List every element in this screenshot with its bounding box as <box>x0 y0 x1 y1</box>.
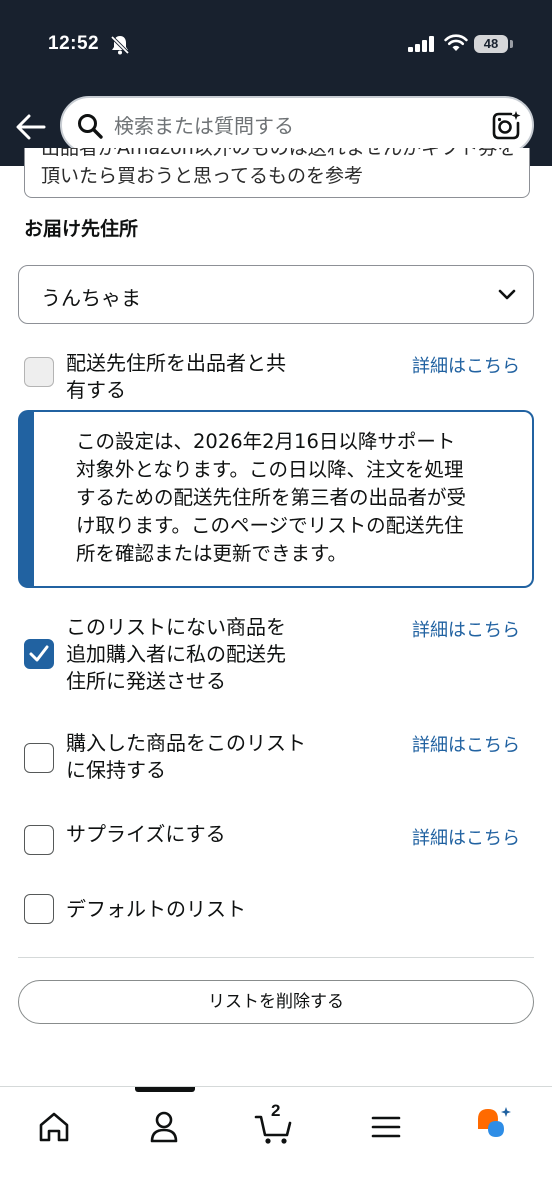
wifi-icon <box>444 34 468 51</box>
share-address-checkbox[interactable] <box>24 357 54 387</box>
active-tab-indicator <box>135 1087 195 1092</box>
search-bar[interactable] <box>60 96 534 154</box>
address-selected-value: うんちゃま <box>41 286 141 310</box>
info-notice-line: するための配送先住所を第三者の出品者が受 <box>76 486 467 509</box>
info-notice-line: この設定は、2026年2月16日以降サポート <box>76 430 456 453</box>
default-list-label: デフォルトのリスト <box>66 897 246 921</box>
battery-nub <box>510 40 513 48</box>
list-notes-text: 出品者がAmazon以外のものは送れませんがギフト券を頂いたら買おうと思ってるも… <box>41 148 517 187</box>
allow-others-ship-checkbox[interactable] <box>24 639 54 669</box>
rufus-ai-icon[interactable] <box>474 1105 518 1149</box>
list-notes-textarea[interactable]: 出品者がAmazon以外のものは送れませんがギフト券を頂いたら買おうと思ってるも… <box>24 148 530 198</box>
info-notice-line: 対象外となります。この日以降、注文を処理 <box>76 458 464 481</box>
allow-others-ship-label-line: このリストにない商品を <box>66 615 286 639</box>
info-notice-text: この設定は、2026年2月16日以降サポート 対象外となります。この日以降、注文… <box>76 428 531 568</box>
allow-others-ship-label: このリストにない商品を 追加購入者に私の配送先 住所に発送させる <box>66 614 286 695</box>
menu-icon[interactable] <box>364 1105 408 1149</box>
cart-button[interactable]: 2 <box>252 1101 296 1149</box>
status-time: 12:52 <box>48 33 100 54</box>
share-address-label: 配送先住所を出品者と共 有する <box>66 350 286 404</box>
keep-purchased-details-link[interactable]: 詳細はこちら <box>412 731 520 757</box>
search-input[interactable] <box>114 108 474 144</box>
cart-count-badge: 2 <box>271 1101 281 1120</box>
search-icon <box>78 114 103 139</box>
share-address-details-link[interactable]: 詳細はこちら <box>412 352 520 378</box>
camera-lens-icon[interactable] <box>490 110 522 142</box>
shipping-address-heading: お届け先住所 <box>24 218 139 240</box>
signal-icon <box>408 36 434 52</box>
keep-purchased-checkbox[interactable] <box>24 743 54 773</box>
bottom-nav: 2 <box>0 1086 552 1201</box>
info-notice-box: この設定は、2026年2月16日以降サポート 対象外となります。この日以降、注文… <box>18 410 534 588</box>
battery-indicator: 48 <box>474 35 508 53</box>
checkmark-icon <box>29 645 49 662</box>
account-icon[interactable] <box>142 1105 186 1149</box>
allow-others-ship-label-line: 追加購入者に私の配送先 <box>66 642 286 666</box>
surprise-checkbox[interactable] <box>24 825 54 855</box>
allow-others-ship-details-link[interactable]: 詳細はこちら <box>412 616 520 642</box>
allow-others-ship-label-line: 住所に発送させる <box>66 669 226 693</box>
delete-list-button[interactable]: リストを削除する <box>18 980 534 1024</box>
section-divider <box>18 957 534 958</box>
info-notice-line: 所を確認または更新できます。 <box>76 542 348 565</box>
address-select[interactable]: うんちゃま <box>18 265 534 324</box>
share-address-label-line: 配送先住所を出品者と共 <box>66 351 286 375</box>
surprise-label: サプライズにする <box>66 822 226 846</box>
back-arrow-icon[interactable] <box>14 110 48 144</box>
keep-purchased-label-line: 購入した商品をこのリスト <box>66 731 306 755</box>
default-list-checkbox[interactable] <box>24 894 54 924</box>
app-header: 12:52 48 <box>0 0 552 166</box>
bell-muted-icon <box>110 35 130 55</box>
surprise-details-link[interactable]: 詳細はこちら <box>412 824 520 850</box>
share-address-label-line: 有する <box>66 378 126 402</box>
keep-purchased-label-line: に保持する <box>66 758 166 782</box>
home-icon[interactable] <box>32 1105 76 1149</box>
info-notice-line: け取ります。このページでリストの配送先住 <box>76 514 464 537</box>
chevron-down-icon <box>498 289 516 300</box>
keep-purchased-label: 購入した商品をこのリスト に保持する <box>66 730 306 784</box>
